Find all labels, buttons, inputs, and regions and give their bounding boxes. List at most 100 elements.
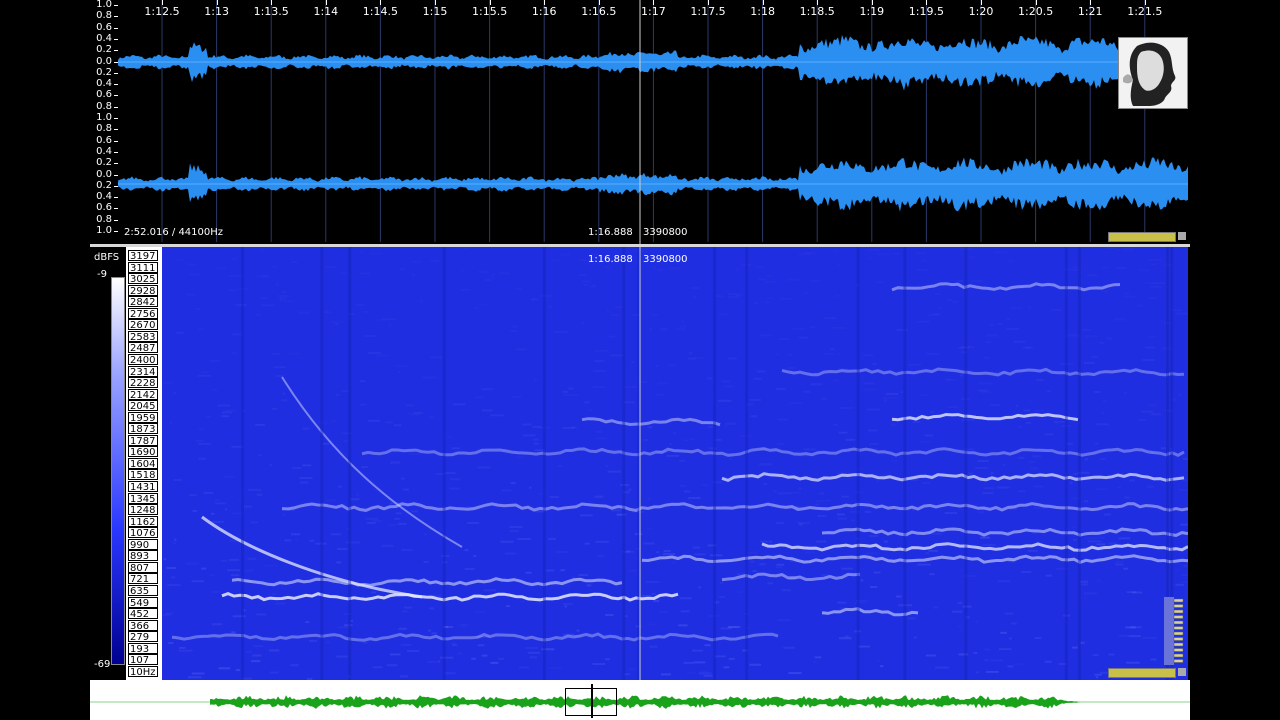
- spectrogram-noise: [509, 530, 519, 533]
- spectrogram-noise: [523, 434, 536, 437]
- spectrogram-noise: [217, 404, 231, 407]
- timeline-tick: [981, 0, 982, 5]
- spectrogram-noise: [1032, 532, 1038, 535]
- spectrogram-noise: [641, 594, 652, 597]
- spectrogram-noise: [915, 268, 929, 271]
- spectrogram-noise: [787, 353, 793, 356]
- spectrogram-noise: [985, 334, 999, 337]
- spectrogram-noise: [271, 407, 278, 410]
- spectrogram-noise: [649, 645, 658, 648]
- spectrogram-noise: [259, 296, 268, 299]
- spectrogram-noise: [1100, 458, 1106, 461]
- transient-column: [320, 247, 324, 680]
- frequency-label: 549: [128, 596, 158, 609]
- spectrogram-noise: [1108, 542, 1117, 545]
- frequency-label: 807: [128, 561, 158, 574]
- spectrogram-noise: [273, 366, 286, 369]
- spectrogram-zoom-bar[interactable]: [1108, 668, 1176, 678]
- waveform-display[interactable]: [118, 0, 1188, 245]
- spectrogram-noise: [1150, 263, 1157, 266]
- spectrogram-noise: [215, 499, 221, 502]
- spectrogram-noise: [400, 643, 412, 646]
- spectrogram-noise: [376, 354, 388, 357]
- spectrogram-noise: [1102, 266, 1109, 269]
- spectrogram-noise: [498, 657, 505, 660]
- timeline-label: 1:15: [422, 5, 448, 18]
- spectrogram-noise: [819, 492, 825, 495]
- spectrogram-noise: [997, 580, 1011, 583]
- overview-strip[interactable]: [90, 680, 1190, 720]
- spectrogram-noise: [659, 610, 669, 613]
- spectrogram-noise: [424, 533, 428, 536]
- vertical-zoom-meter[interactable]: [1164, 597, 1184, 665]
- spectrogram-resize-handle[interactable]: [1178, 668, 1186, 676]
- spectrogram-noise: [1028, 400, 1031, 403]
- spectrogram-noise: [920, 440, 931, 443]
- spectrogram-noise: [1091, 355, 1098, 358]
- spectrogram-noise: [397, 522, 407, 525]
- spectrogram-noise: [895, 595, 902, 598]
- spectrogram-noise: [1004, 612, 1014, 615]
- spectrogram-noise: [255, 423, 265, 426]
- spectrogram-noise: [363, 310, 369, 313]
- dbfs-colorbar: [111, 277, 125, 665]
- spectrogram-noise: [235, 669, 241, 672]
- spectrogram-noise: [1179, 581, 1188, 584]
- spectrogram-noise: [210, 512, 215, 515]
- spectrogram-display[interactable]: [162, 247, 1188, 680]
- spectrogram-noise: [225, 508, 228, 511]
- spectrogram-noise: [775, 387, 786, 390]
- spectrogram-noise: [994, 251, 1008, 254]
- spectrogram-noise: [191, 580, 204, 583]
- spectrogram-noise: [460, 288, 471, 291]
- spectrogram-noise: [337, 547, 348, 550]
- spectrogram-noise: [338, 272, 347, 275]
- spectrogram-noise: [915, 320, 930, 323]
- spectrogram-noise: [474, 396, 484, 399]
- spectrogram-noise: [799, 336, 808, 339]
- spectrogram-noise: [252, 654, 262, 657]
- spectrogram-noise: [651, 313, 659, 316]
- spectrogram-noise: [976, 671, 980, 674]
- spectrogram-noise: [863, 354, 873, 357]
- frequency-label: 2314: [128, 365, 158, 378]
- timeline-tick: [817, 0, 819, 5]
- spectrogram-noise: [1141, 410, 1154, 413]
- waveform-resize-handle[interactable]: [1178, 232, 1186, 240]
- waveform-zoom-bar[interactable]: [1108, 232, 1176, 242]
- amplitude-label: 0.2: [96, 157, 112, 169]
- spectrogram-noise: [445, 471, 456, 474]
- spectrogram-noise: [1018, 425, 1023, 428]
- spectrogram-noise: [230, 352, 238, 355]
- frequency-label: 2583: [128, 330, 158, 343]
- spectrogram-noise: [173, 479, 182, 482]
- spectrogram-noise: [592, 386, 606, 389]
- spectrogram-noise: [399, 675, 408, 678]
- avatar: [1118, 37, 1188, 109]
- waveform-pane[interactable]: 1.0 0.8 0.6 0.4 0.2 0.0 0.2 0.4 0.6 0.8 1.0 0.8 0.6 0…: [90, 0, 1190, 245]
- spectrogram-noise: [272, 592, 277, 595]
- spectrogram-noise: [1079, 580, 1089, 583]
- spectrogram-noise: [525, 571, 532, 574]
- dbfs-min: -69: [94, 659, 111, 670]
- spectrogram-noise: [837, 264, 841, 267]
- spectrogram-noise: [419, 300, 423, 303]
- spectrogram-noise: [719, 595, 726, 598]
- spectrogram-noise: [1082, 328, 1092, 331]
- spectrogram-pane[interactable]: dBFS -9 -69 3197 3111 3025 2928 2842 2756 2670…: [90, 247, 1190, 680]
- spectrogram-noise: [475, 306, 479, 309]
- frequency-label: 1604: [128, 457, 158, 470]
- spectrogram-noise: [863, 382, 875, 385]
- spectrogram-noise: [230, 574, 240, 577]
- spectrogram-noise: [681, 320, 685, 323]
- spectrogram-noise: [350, 498, 360, 501]
- spectrogram-noise: [1150, 658, 1157, 661]
- spectrogram-noise: [331, 533, 341, 536]
- spectrogram-noise: [1160, 447, 1167, 450]
- amplitude-label: 0.8: [96, 123, 112, 135]
- timeline-ruler[interactable]: 1:12.5 1:13 1:13.5 1:14 1:14.5 1:15 1:15.5 1:16…: [118, 0, 1188, 22]
- spectrogram-noise: [688, 352, 693, 355]
- overview-playhead[interactable]: [591, 684, 593, 718]
- spectrogram-noise: [908, 363, 922, 366]
- transient-column: [856, 247, 860, 680]
